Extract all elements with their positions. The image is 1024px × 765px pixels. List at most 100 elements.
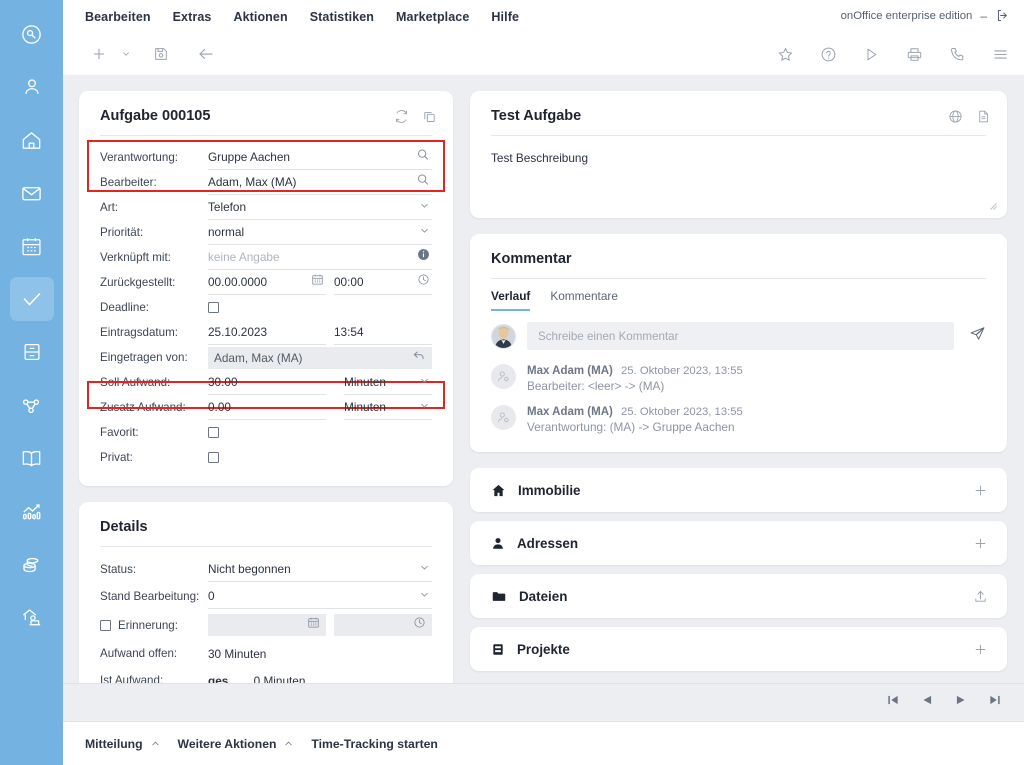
undo-icon[interactable]: [412, 348, 426, 367]
comment-card-title: Kommentar: [491, 251, 572, 267]
description-card-title: Test Aufgabe: [491, 108, 582, 124]
chevron-down-icon[interactable]: [419, 398, 430, 416]
accordion-immobilie[interactable]: Immobilie: [470, 468, 1007, 512]
footer-item-mitteilung[interactable]: Mitteilung: [85, 737, 161, 751]
field-value-zusatz-aufwand[interactable]: 0.00: [208, 395, 326, 420]
field-unit-soll-aufwand[interactable]: Minuten: [344, 370, 432, 395]
aufwand-offen-value: 30 Minuten: [208, 646, 267, 661]
sidebar-item-statistics[interactable]: [10, 489, 54, 533]
phone-icon[interactable]: [943, 40, 971, 68]
field-value-erinnerung-date[interactable]: [208, 614, 326, 636]
sidebar-item-mail[interactable]: [10, 171, 54, 215]
first-page-icon[interactable]: [886, 693, 900, 712]
resize-grip-icon[interactable]: [989, 202, 997, 210]
log-head: Max Adam (MA) 25. Oktober 2023, 13:55: [527, 365, 743, 377]
help-icon[interactable]: [814, 40, 842, 68]
field-value-status[interactable]: Nicht begonnen: [208, 557, 432, 582]
copy-icon[interactable]: [422, 109, 437, 124]
globe-icon[interactable]: [948, 109, 963, 124]
footer-item-weitere-aktionen[interactable]: Weitere Aktionen: [178, 737, 295, 751]
log-body: Max Adam (MA) 25. Oktober 2023, 13:55 Be…: [527, 364, 743, 393]
chevron-down-icon[interactable]: [419, 587, 430, 605]
play-icon[interactable]: [857, 40, 885, 68]
clock-icon[interactable]: [417, 273, 430, 291]
next-page-icon[interactable]: [954, 693, 968, 712]
erinnerung-checkbox[interactable]: [100, 619, 111, 631]
plus-icon[interactable]: [973, 642, 988, 657]
privat-checkbox[interactable]: [208, 452, 219, 463]
field-value-bearbeiter[interactable]: Adam, Max (MA): [208, 170, 432, 195]
sidebar-item-book[interactable]: [10, 436, 54, 480]
logout-icon[interactable]: [995, 8, 1010, 23]
menu-item-marketplace[interactable]: Marketplace: [396, 10, 469, 24]
previous-page-icon[interactable]: [920, 693, 934, 712]
print-icon[interactable]: [900, 40, 928, 68]
info-icon[interactable]: [417, 248, 430, 266]
field-value-zurueckgestellt-date[interactable]: 00.00.0000: [208, 270, 326, 295]
comment-input[interactable]: Schreibe einen Kommentar: [527, 322, 954, 350]
sidebar-item-properties[interactable]: [10, 118, 54, 162]
menu-item-statistiken[interactable]: Statistiken: [310, 10, 374, 24]
sidebar-item-logo[interactable]: [10, 12, 54, 56]
field-value-art[interactable]: Telefon: [208, 195, 432, 220]
plus-icon[interactable]: [973, 483, 988, 498]
sidebar-item-portal[interactable]: [10, 595, 54, 639]
field-label-privat: Privat:: [100, 451, 133, 464]
accordion-dateien[interactable]: Dateien: [470, 574, 1007, 618]
last-page-icon[interactable]: [988, 693, 1002, 712]
menu-item-bearbeiten[interactable]: Bearbeiten: [85, 10, 151, 24]
field-value-zurueckgestellt-time[interactable]: 00:00: [334, 270, 432, 295]
field-value-prioritaet[interactable]: normal: [208, 220, 432, 245]
sidebar-item-tasks[interactable]: [9, 277, 54, 321]
back-arrow-icon[interactable]: [192, 40, 220, 68]
clock-icon[interactable]: [413, 616, 426, 634]
field-value-verantwortung[interactable]: Gruppe Aachen: [208, 145, 432, 170]
menu-item-aktionen[interactable]: Aktionen: [233, 10, 287, 24]
prioritaet-value: normal: [208, 225, 245, 239]
send-icon[interactable]: [965, 325, 986, 347]
field-label-verknuepft-mit: Verknüpft mit:: [100, 251, 171, 264]
menu-item-extras[interactable]: Extras: [173, 10, 212, 24]
plus-icon[interactable]: [973, 536, 988, 551]
document-icon[interactable]: [976, 109, 991, 124]
description-card-actions: [948, 109, 991, 124]
footer-item-time-tracking[interactable]: Time-Tracking starten: [311, 737, 437, 751]
tab-kommentare[interactable]: Kommentare: [550, 289, 618, 311]
sidebar-item-finance[interactable]: [10, 542, 54, 586]
upload-icon[interactable]: [973, 589, 988, 604]
field-label-ist-aufwand: Ist Aufwand:: [100, 674, 164, 683]
accordion-adressen[interactable]: Adressen: [470, 521, 1007, 565]
accordion-projekte[interactable]: Projekte: [470, 627, 1007, 671]
plus-icon[interactable]: [85, 40, 113, 68]
description-card: Test Aufgabe Test Beschreibung: [470, 91, 1007, 218]
field-value-erinnerung-time[interactable]: [334, 614, 432, 636]
chevron-down-icon[interactable]: [419, 560, 430, 578]
field-value-verknuepft-mit[interactable]: keine Angabe: [208, 245, 432, 270]
field-unit-zusatz-aufwand[interactable]: Minuten: [344, 395, 432, 420]
sidebar-item-contacts[interactable]: [10, 65, 54, 109]
calendar-icon[interactable]: [311, 273, 324, 291]
deadline-checkbox[interactable]: [208, 302, 219, 313]
chevron-down-icon[interactable]: [419, 198, 430, 216]
stand-bearbeitung-value: 0: [208, 589, 215, 603]
chevron-down-icon[interactable]: [119, 40, 133, 68]
sidebar-item-calendar[interactable]: [10, 224, 54, 268]
refresh-icon[interactable]: [394, 109, 409, 124]
save-icon[interactable]: [147, 40, 175, 68]
zusatz-aufwand-unit: Minuten: [344, 400, 386, 414]
menu-item-hilfe[interactable]: Hilfe: [491, 10, 519, 24]
field-value-stand-bearbeitung[interactable]: 0: [208, 584, 432, 609]
sidebar-item-archive[interactable]: [10, 330, 54, 374]
search-icon[interactable]: [416, 148, 430, 167]
sidebar-item-workflow[interactable]: [10, 383, 54, 427]
star-icon[interactable]: [771, 40, 799, 68]
field-value-soll-aufwand[interactable]: 30.00: [208, 370, 326, 395]
search-icon[interactable]: [416, 173, 430, 192]
chevron-down-icon[interactable]: [419, 373, 430, 391]
tab-verlauf[interactable]: Verlauf: [491, 289, 531, 311]
menu-icon[interactable]: [986, 40, 1014, 68]
chevron-down-icon[interactable]: [419, 223, 430, 241]
calendar-icon[interactable]: [307, 616, 320, 634]
favorit-checkbox[interactable]: [208, 427, 219, 438]
user-change-icon: [491, 364, 516, 389]
